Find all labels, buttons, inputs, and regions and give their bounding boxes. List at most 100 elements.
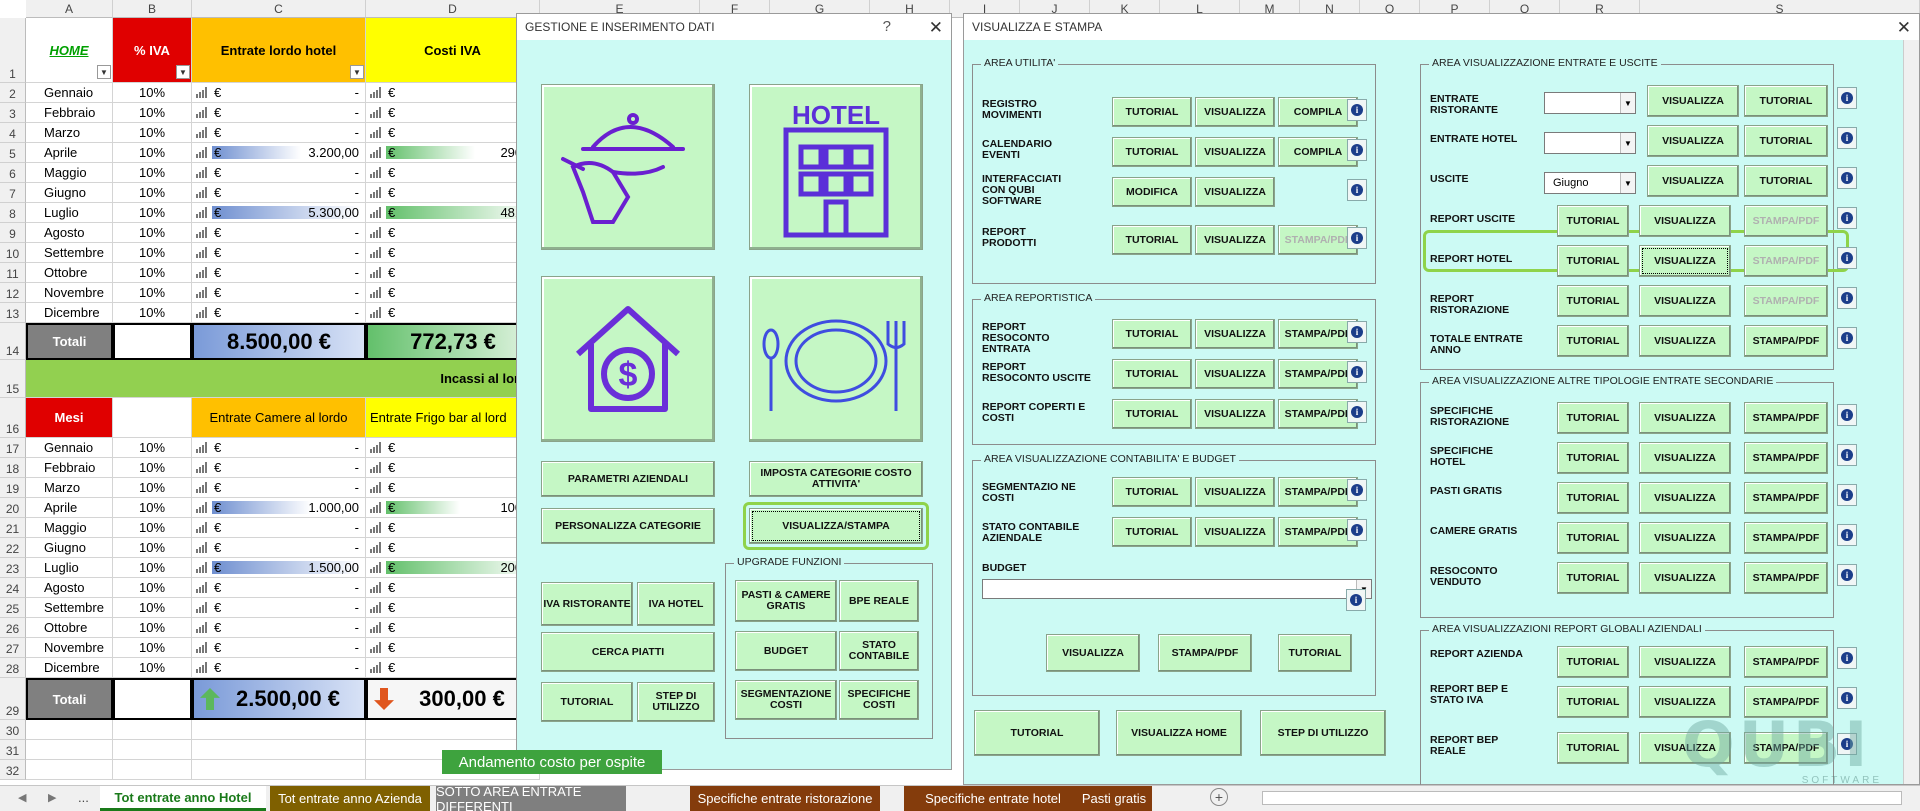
- month-cell[interactable]: Aprile: [26, 143, 113, 163]
- iva-pct-cell[interactable]: 10%: [113, 283, 192, 303]
- calendario-eventi-visualizza-button[interactable]: VISUALIZZA: [1195, 137, 1275, 167]
- row-header[interactable]: 14: [0, 323, 26, 360]
- month-cell[interactable]: Ottobre: [26, 263, 113, 283]
- entrate-lordo-cell[interactable]: €3.200,00: [192, 143, 366, 163]
- row-header[interactable]: 1: [0, 18, 26, 83]
- row-header[interactable]: 24: [0, 578, 26, 598]
- iva-pct-cell[interactable]: 10%: [113, 263, 192, 283]
- entrate-frigo-cell[interactable]: €-: [366, 638, 540, 658]
- filter-dropdown-icon[interactable]: ▼: [350, 65, 364, 79]
- chevron-down-icon[interactable]: ▼: [1620, 133, 1635, 153]
- month-cell[interactable]: Febbraio: [26, 103, 113, 123]
- row-header[interactable]: 10: [0, 243, 26, 263]
- report-azienda-visualizza-button[interactable]: VISUALIZZA: [1639, 646, 1731, 678]
- entrate-camere-cell[interactable]: € -: [192, 598, 366, 618]
- vertical-scrollbar[interactable]: [1903, 40, 1919, 784]
- totale-entrate-anno-tutorial-button[interactable]: TUTORIAL: [1557, 325, 1629, 357]
- entrate-frigo-cell[interactable]: €-: [366, 518, 540, 538]
- month-cell[interactable]: Maggio: [26, 163, 113, 183]
- column-header[interactable]: C: [192, 0, 366, 18]
- row-header[interactable]: 27: [0, 638, 26, 658]
- iva-pct-cell[interactable]: 10%: [113, 658, 192, 678]
- entrate-camere-cell[interactable]: € -: [192, 518, 366, 538]
- row-header[interactable]: 6: [0, 163, 26, 183]
- row-header[interactable]: 11: [0, 263, 26, 283]
- costi-iva-cell[interactable]: €-: [366, 303, 540, 323]
- report-uscite-visualizza-button[interactable]: VISUALIZZA: [1639, 205, 1731, 237]
- stato-contabile-visualizza-button[interactable]: VISUALIZZA: [1195, 517, 1275, 547]
- resoconto-venduto-stampa-button[interactable]: STAMPA/PDF: [1744, 562, 1828, 594]
- chart-label-tag[interactable]: Andamento costo per ospite: [442, 750, 662, 774]
- pasti-gratis-visualizza-button[interactable]: VISUALIZZA: [1639, 482, 1731, 514]
- entrate-lordo-cell[interactable]: € -: [192, 123, 366, 143]
- uscite-select[interactable]: Giugno ▼: [1544, 172, 1636, 194]
- report-resoconto-entrata-tutorial-button[interactable]: TUTORIAL: [1112, 319, 1192, 349]
- stato-contabile-tutorial-button[interactable]: TUTORIAL: [1112, 517, 1192, 547]
- camere-gratis-visualizza-button[interactable]: VISUALIZZA: [1639, 522, 1731, 554]
- mesi-header[interactable]: Mesi: [26, 398, 113, 438]
- info-icon[interactable]: i: [1837, 647, 1857, 669]
- entrate-lordo-cell[interactable]: € -: [192, 183, 366, 203]
- entrate-lordo-cell[interactable]: € -: [192, 223, 366, 243]
- row-header[interactable]: 31: [0, 740, 26, 760]
- parametri-aziendali-button[interactable]: PARAMETRI AZIENDALI: [541, 461, 715, 497]
- row-header[interactable]: 32: [0, 760, 26, 780]
- segmentazione-costi-button[interactable]: SEGMENTAZIONE COSTI: [735, 680, 837, 720]
- report-coperti-costi-visualizza-button[interactable]: VISUALIZZA: [1195, 399, 1275, 429]
- row-header[interactable]: 8: [0, 203, 26, 223]
- info-icon[interactable]: i: [1837, 524, 1857, 546]
- month-cell[interactable]: Luglio: [26, 203, 113, 223]
- month-cell[interactable]: Novembre: [26, 638, 113, 658]
- info-icon[interactable]: i: [1347, 321, 1367, 343]
- report-hotel-visualizza-button[interactable]: VISUALIZZA: [1639, 245, 1731, 277]
- tutorial-button[interactable]: TUTORIAL: [541, 682, 633, 722]
- empty-cell[interactable]: [113, 760, 192, 780]
- sheet-tab[interactable]: Pasti gratis: [1076, 786, 1152, 811]
- iva-pct-cell[interactable]: 10%: [113, 478, 192, 498]
- entrate-frigo-cell[interactable]: €-: [366, 658, 540, 678]
- totali-label[interactable]: Totali: [26, 678, 113, 720]
- info-icon[interactable]: i: [1837, 484, 1857, 506]
- horizontal-scrollbar[interactable]: [1262, 791, 1902, 805]
- budget-stampa-button[interactable]: STAMPA/PDF: [1158, 634, 1252, 672]
- incassi-banner[interactable]: Incassi al lordo: [26, 360, 540, 398]
- totale-entrate-anno-stampa-button[interactable]: STAMPA/PDF: [1744, 325, 1828, 357]
- totale-entrate-anno-visualizza-button[interactable]: VISUALIZZA: [1639, 325, 1731, 357]
- report-ristorazione-visualizza-button[interactable]: VISUALIZZA: [1639, 285, 1731, 317]
- entrate-ristorante-select[interactable]: ▼: [1544, 92, 1636, 114]
- entrate-camere-header[interactable]: Entrate Camere al lordo: [192, 398, 366, 438]
- month-cell[interactable]: Dicembre: [26, 658, 113, 678]
- info-icon[interactable]: i: [1837, 207, 1857, 229]
- empty-cell[interactable]: [192, 720, 366, 740]
- iva-pct-cell[interactable]: 10%: [113, 578, 192, 598]
- report-hotel-tutorial-button[interactable]: TUTORIAL: [1557, 245, 1629, 277]
- sheet-tab[interactable]: Specifiche entrate hotel: [904, 786, 1082, 811]
- row-header[interactable]: 9: [0, 223, 26, 243]
- iva-pct-cell[interactable]: 10%: [113, 438, 192, 458]
- interfacciati-qubi-modifica-button[interactable]: MODIFICA: [1112, 177, 1192, 207]
- tab-ellipsis[interactable]: ...: [78, 790, 89, 805]
- totali-empty[interactable]: [113, 678, 192, 720]
- uscite-tutorial-button[interactable]: TUTORIAL: [1744, 165, 1828, 197]
- row-header[interactable]: 26: [0, 618, 26, 638]
- costi-iva-cell[interactable]: €-: [366, 83, 540, 103]
- row-header[interactable]: 20: [0, 498, 26, 518]
- segmentazione-costi-tutorial-button[interactable]: TUTORIAL: [1112, 477, 1192, 507]
- month-cell[interactable]: Marzo: [26, 478, 113, 498]
- row-header[interactable]: 22: [0, 538, 26, 558]
- camere-gratis-stampa-button[interactable]: STAMPA/PDF: [1744, 522, 1828, 554]
- column-header[interactable]: D: [366, 0, 540, 18]
- report-bep-reale-stampa-button[interactable]: STAMPA/PDF: [1744, 732, 1828, 764]
- totali-empty[interactable]: [113, 323, 192, 360]
- info-icon[interactable]: i: [1347, 479, 1367, 501]
- registro-movimenti-tutorial-button[interactable]: TUTORIAL: [1112, 97, 1192, 127]
- tab-nav-prev-icon[interactable]: ◀: [18, 791, 26, 804]
- pasti-gratis-tutorial-button[interactable]: TUTORIAL: [1557, 482, 1629, 514]
- entrate-camere-cell[interactable]: €1.500,00: [192, 558, 366, 578]
- entrate-camere-cell[interactable]: € -: [192, 458, 366, 478]
- entrate-ristorante-tutorial-button[interactable]: TUTORIAL: [1744, 85, 1828, 117]
- iva-pct-cell[interactable]: 10%: [113, 243, 192, 263]
- empty-cell[interactable]: [113, 720, 192, 740]
- step-utilizzo-button[interactable]: STEP DI UTILIZZO: [1260, 710, 1386, 756]
- sheet-tab[interactable]: Tot entrate anno Hotel: [100, 786, 266, 811]
